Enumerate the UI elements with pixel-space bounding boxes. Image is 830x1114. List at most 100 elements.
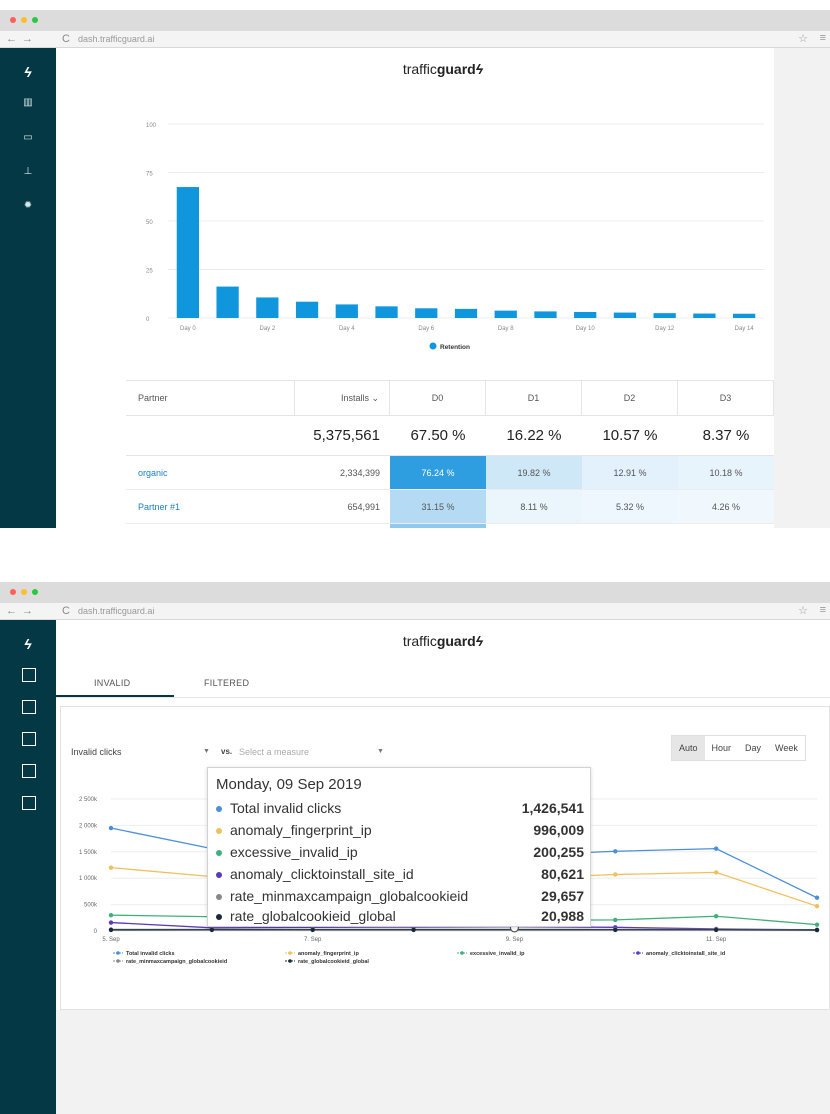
d2-cell: 5.32 %: [582, 490, 678, 523]
legend-label: Retention: [440, 344, 470, 351]
data-point: [814, 895, 820, 900]
reload-icon[interactable]: C: [62, 32, 70, 46]
interval-hour-button[interactable]: Hour: [705, 736, 739, 760]
title-bar: [0, 10, 830, 31]
minimize-window-button[interactable]: [21, 17, 27, 23]
x-tick-label: Day 8: [498, 326, 514, 332]
brand-bold: guard: [436, 633, 476, 649]
interval-auto-button[interactable]: Auto: [672, 736, 705, 760]
tooltip-series-name: anomaly_fingerprint_ip: [230, 822, 372, 838]
nav-placeholder-icon[interactable]: [22, 764, 36, 778]
data-point: [713, 846, 719, 851]
d2-cell: 12.91 %: [582, 456, 678, 489]
installs-cell: 654,991: [347, 501, 380, 512]
interval-day-button[interactable]: Day: [738, 736, 768, 760]
bar: [216, 286, 239, 318]
table-row: Partner #1 654,991 31.15 % 8.11 % 5.32 %…: [126, 490, 774, 524]
legend-label: anomaly_fingerprint_ip: [298, 951, 359, 957]
data-point: [713, 927, 719, 933]
trafficguard-logo-icon[interactable]: ϟ: [0, 636, 56, 652]
chevron-down-icon[interactable]: ▼: [377, 748, 384, 755]
back-arrow-icon[interactable]: ←: [6, 32, 17, 46]
bar: [375, 306, 398, 318]
page-background: [56, 1010, 830, 1114]
data-point: [613, 917, 618, 923]
legend-dot-icon: [116, 959, 120, 963]
browser-menu-icon[interactable]: ≡: [820, 32, 826, 44]
legend-dot-icon: [288, 959, 292, 963]
bar: [693, 313, 716, 318]
brand-prefix: traffic: [402, 61, 437, 77]
bar: [613, 312, 637, 318]
table-row: [126, 524, 774, 528]
header-d3[interactable]: D3: [678, 380, 774, 416]
legend-label: rate_globalcookieid_global: [298, 959, 369, 965]
chart-icon[interactable]: ▥: [0, 97, 56, 108]
url-text[interactable]: dash.trafficguard.ai: [78, 606, 154, 616]
partner-link-organic[interactable]: organic: [126, 456, 294, 489]
legend-label: anomaly_clicktoinstall_site_id: [646, 951, 725, 957]
bookmark-star-icon[interactable]: ☆: [798, 32, 808, 45]
legend-dot-icon: [216, 894, 222, 900]
totals-row: 5,375,561 67.50 % 16.22 % 10.57 % 8.37 %: [126, 416, 774, 456]
forward-arrow-icon[interactable]: →: [22, 604, 33, 618]
total-d2: 10.57 %: [602, 427, 658, 444]
browser-menu-icon[interactable]: ≡: [820, 604, 826, 616]
table-header-row: Partner Installs ⌄ D0 D1 D2 D3: [126, 380, 774, 416]
y-tick-label: 25: [146, 269, 153, 275]
d1-cell: 8.11 %: [486, 490, 582, 523]
data-point: [108, 865, 114, 870]
nav-placeholder-icon[interactable]: [22, 668, 36, 682]
trafficguard-logo-icon[interactable]: ϟ: [0, 64, 56, 80]
tooltip-series-name: rate_minmaxcampaign_globalcookieid: [230, 888, 469, 904]
maximize-window-button[interactable]: [32, 589, 38, 595]
reload-icon[interactable]: C: [62, 604, 70, 618]
address-bar: ← → C dash.trafficguard.ai ☆ ≡: [0, 603, 830, 620]
tooltip-series-name: excessive_invalid_ip: [230, 844, 358, 860]
header-d0[interactable]: D0: [390, 380, 486, 416]
tooltip-series-name: Total invalid clicks: [230, 800, 342, 816]
header-partner[interactable]: Partner: [126, 380, 294, 416]
measure-select[interactable]: Invalid clicks: [71, 747, 122, 757]
interval-week-button[interactable]: Week: [768, 736, 805, 760]
title-bar: [0, 582, 830, 603]
tooltip-title: Monday, 09 Sep 2019: [216, 776, 362, 793]
partner-link-partner-1[interactable]: Partner #1: [126, 490, 294, 523]
nav-placeholder-icon[interactable]: [22, 732, 36, 746]
browser-window-retention: ← → C dash.trafficguard.ai ☆ ≡ ϟ ▥ ▭ ⊥ ✹…: [0, 10, 830, 528]
data-point: [613, 872, 618, 877]
gear-icon[interactable]: ✹: [0, 200, 56, 211]
nav-placeholder-icon[interactable]: [22, 700, 36, 714]
stamp-icon[interactable]: ⊥: [0, 166, 56, 177]
bar: [415, 308, 438, 318]
sidebar: ϟ: [0, 620, 56, 1114]
chevron-down-icon[interactable]: ▼: [203, 748, 210, 755]
header-d2[interactable]: D2: [582, 380, 678, 416]
tab-bar: INVALID FILTERED: [56, 668, 830, 698]
url-text[interactable]: dash.trafficguard.ai: [78, 34, 154, 44]
legend-dot-icon: [216, 828, 222, 834]
forward-arrow-icon[interactable]: →: [22, 32, 33, 46]
header-installs[interactable]: Installs ⌄: [294, 380, 390, 416]
tooltip-row: rate_globalcookieid_global 20,988: [216, 908, 584, 928]
brand-prefix: traffic: [402, 633, 437, 649]
maximize-window-button[interactable]: [32, 17, 38, 23]
tooltip-row: rate_minmaxcampaign_globalcookieid 29,65…: [216, 888, 584, 908]
compare-measure-select[interactable]: Select a measure: [239, 747, 309, 757]
data-point: [713, 914, 719, 919]
bookmark-star-icon[interactable]: ☆: [798, 604, 808, 617]
minimize-window-button[interactable]: [21, 589, 27, 595]
nav-placeholder-icon[interactable]: [22, 796, 36, 810]
tab-filtered[interactable]: FILTERED: [204, 678, 249, 688]
total-d0: 67.50 %: [410, 427, 466, 444]
header-d1[interactable]: D1: [486, 380, 582, 416]
legend-dot-icon: [216, 806, 222, 812]
close-window-button[interactable]: [10, 589, 16, 595]
back-arrow-icon[interactable]: ←: [6, 604, 17, 618]
tooltip-series-value: 200,255: [533, 844, 584, 860]
tab-invalid[interactable]: INVALID: [94, 678, 130, 688]
close-window-button[interactable]: [10, 17, 16, 23]
briefcase-icon[interactable]: ▭: [0, 132, 56, 143]
y-tick-label: 2 000k: [79, 823, 98, 829]
bar: [534, 311, 557, 318]
